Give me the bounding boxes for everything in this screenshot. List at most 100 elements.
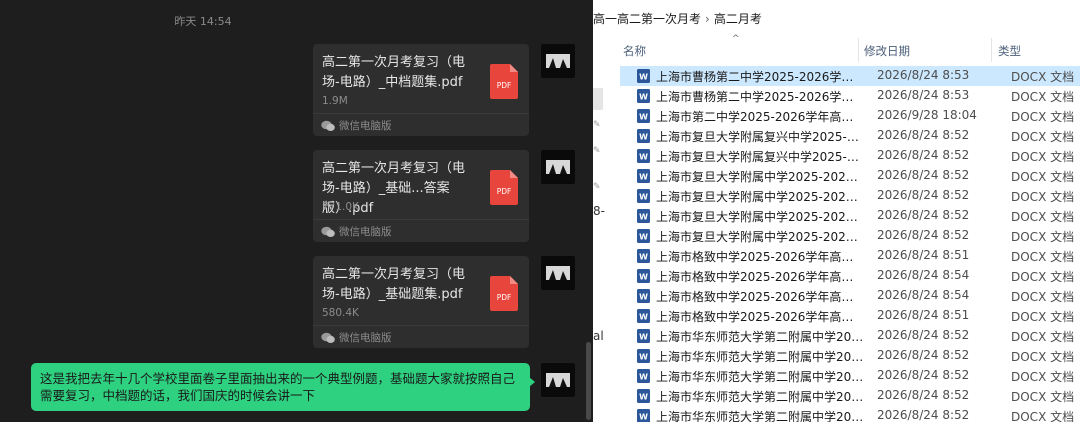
divider [313,325,529,326]
file-modified-date: 2026/9/28 18:04 [877,108,977,122]
svg-text:W: W [639,233,648,242]
file-message-2[interactable]: 高二第一次月考复习（电场-电路）_基础...答案版）.pdf 771.0K PD… [313,150,529,242]
message-timestamp: 昨天 14:54 [174,15,232,28]
file-name: 上海市复旦大学附属复兴中学2025-2026学年高二上学期 [656,150,864,164]
svg-text:W: W [639,253,648,262]
file-source: 微信电脑版 [321,330,392,345]
breadcrumb-item[interactable]: 高一高二第一次月考 [593,12,701,26]
file-row[interactable]: W 上海市曹杨第二中学2025-2026学年高二上学期第一次月考 2026/8/24… [620,86,1080,106]
file-row[interactable]: W 上海市复旦大学附属中学2025-2026学年高二上学期 2026/8/24 8:… [620,186,1080,206]
file-modified-date: 2026/8/24 8:53 [877,68,970,82]
file-type: DOCX 文档 [1011,290,1075,304]
file-row[interactable]: W 上海市复旦大学附属复兴中学2025-2026学年高二上学期 2026/8/24 … [620,126,1080,146]
avatar[interactable] [541,44,575,78]
svg-text:W: W [639,73,648,82]
text-message[interactable]: 这是我把去年十几个学校里面卷子里面抽出来的一个典型例题，基础题大家就按照自己需要… [31,363,535,411]
svg-text:PDF: PDF [497,81,512,90]
file-modified-date: 2026/8/24 8:54 [877,288,970,302]
file-message-3[interactable]: 高二第一次月考复习（电场-电路）_基础题集.pdf 580.4K PDF 微信电… [313,256,529,348]
word-document-icon: W [637,349,650,363]
column-header-date[interactable]: 修改日期 [864,43,910,59]
file-type: DOCX 文档 [1011,230,1075,244]
file-type: DOCX 文档 [1011,170,1075,184]
file-modified-date: 2026/8/24 8:52 [877,128,970,142]
file-name: 上海市华东师范大学第二附属中学2025-2026学年高二 [656,390,864,404]
sort-ascending-icon: ^ [732,34,740,44]
file-name: 上海市复旦大学附属中学2025-2026学年高二上学期 [656,230,864,244]
file-modified-date: 2026/8/24 8:51 [877,308,970,322]
file-type: DOCX 文档 [1011,270,1075,284]
wechat-icon [321,226,335,237]
word-document-icon: W [637,329,650,343]
file-type: DOCX 文档 [1011,390,1075,404]
file-row[interactable]: W 上海市复旦大学附属中学2025-2026学年高二上学期 2026/8/24 8:… [620,226,1080,246]
file-modified-date: 2026/8/24 8:52 [877,168,970,182]
avatar[interactable] [541,150,575,184]
nav-item-fragment[interactable]: al [593,329,604,343]
file-row[interactable]: W 上海市华东师范大学第二附属中学2025-2026学年高二 2026/8/24 8… [620,366,1080,386]
svg-text:W: W [639,313,648,322]
word-document-icon: W [637,209,650,223]
word-document-icon: W [637,249,650,263]
file-row[interactable]: W 上海市第二中学2025-2026学年高二上学期第一次月考 2026/9/28 1… [620,106,1080,126]
pdf-icon: PDF [490,276,518,311]
divider [313,219,529,220]
file-name: 上海市华东师范大学第二附属中学2025-2026学年高二 [656,330,864,344]
file-row[interactable]: W 上海市华东师范大学第二附属中学2025-2026学年高二 2026/8/24 8… [620,346,1080,366]
file-name: 上海市格致中学2025-2026学年高二上学期第一次月考 [656,310,864,324]
svg-text:W: W [639,213,648,222]
file-modified-date: 2026/8/24 8:52 [877,408,970,422]
svg-text:W: W [639,273,648,282]
breadcrumb[interactable]: 高一高二第一次月考 › 高二月考 [593,10,762,27]
source-label: 微信电脑版 [339,332,392,344]
word-document-icon: W [637,109,650,123]
column-divider[interactable] [991,38,992,62]
file-type: DOCX 文档 [1011,90,1075,104]
breadcrumb-item[interactable]: 高二月考 [714,12,762,26]
file-name: 上海市曹杨第二中学2025-2026学年高二上学期第一次月考 [656,70,864,84]
column-header-name[interactable]: 名称 [623,43,646,59]
file-row[interactable]: W 上海市格致中学2025-2026学年高二上学期第一次月考 2026/8/24 8… [620,266,1080,286]
file-row[interactable]: W 上海市华东师范大学第二附属中学2025-2026学年高二 2026/8/24 8… [620,406,1080,422]
file-modified-date: 2026/8/24 8:53 [877,88,970,102]
file-row[interactable]: W 上海市格致中学2025-2026学年高二上学期第一次月考 2026/8/24 8… [620,286,1080,306]
file-name: 上海市格致中学2025-2026学年高二上学期第一次月考 [656,270,864,284]
nav-item-fragment[interactable]: 8- [593,204,605,218]
wechat-icon [321,120,335,131]
svg-text:W: W [639,153,648,162]
svg-text:W: W [639,413,648,422]
pin-icon: ✎ [593,182,601,192]
navigation-pane: ✎ ✎ ✎ 8- al [593,36,607,422]
file-row[interactable]: W 上海市曹杨第二中学2025-2026学年高二上学期第一次月考 2026/8/24… [620,66,1080,86]
file-row[interactable]: W 上海市格致中学2025-2026学年高二上学期第一次月考 2026/8/24 8… [620,306,1080,326]
pin-icon: ✎ [593,120,601,130]
column-divider[interactable] [858,38,859,62]
word-document-icon: W [637,89,650,103]
svg-text:PDF: PDF [497,293,512,302]
file-size: 771.0K [322,201,359,213]
file-name: 上海市复旦大学附属中学2025-2026学年高二上学期 [656,190,864,204]
file-row[interactable]: W 上海市复旦大学附属中学2025-2026学年高二上学期 2026/8/24 8:… [620,166,1080,186]
wechat-icon [321,332,335,343]
nav-selected-item[interactable] [593,88,603,110]
file-type: DOCX 文档 [1011,370,1075,384]
column-header-type[interactable]: 类型 [998,43,1021,59]
word-document-icon: W [637,189,650,203]
file-row[interactable]: W 上海市华东师范大学第二附属中学2025-2026学年高二 2026/8/24 8… [620,326,1080,346]
file-type: DOCX 文档 [1011,310,1075,324]
svg-text:W: W [639,113,648,122]
file-name: 高二第一次月考复习（电场-电路）_基础题集.pdf [322,267,466,302]
avatar[interactable] [541,256,575,290]
file-message-1[interactable]: 高二第一次月考复习（电场-电路）_中档题集.pdf 1.9M PDF 微信电脑版 [313,44,529,136]
file-row[interactable]: W 上海市华东师范大学第二附属中学2025-2026学年高二 2026/8/24 8… [620,386,1080,406]
word-document-icon: W [637,369,650,383]
file-type: DOCX 文档 [1011,410,1075,422]
file-modified-date: 2026/8/24 8:51 [877,248,970,262]
divider [313,113,529,114]
chat-scrollbar[interactable] [586,342,591,420]
svg-text:W: W [639,93,648,102]
file-row[interactable]: W 上海市复旦大学附属中学2025-2026学年高二上学期 2026/8/24 8:… [620,206,1080,226]
avatar[interactable] [541,363,575,397]
file-row[interactable]: W 上海市格致中学2025-2026学年高二上学期第一次月考 2026/8/24 8… [620,246,1080,266]
file-row[interactable]: W 上海市复旦大学附属复兴中学2025-2026学年高二上学期 2026/8/24 … [620,146,1080,166]
